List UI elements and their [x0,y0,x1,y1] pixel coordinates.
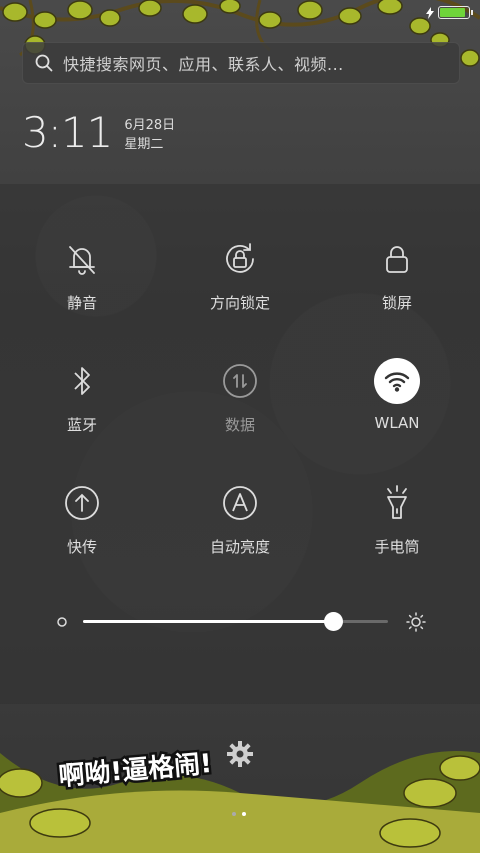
toggle-lock-screen[interactable]: 锁屏 [327,236,467,313]
mobile-data-icon [217,358,263,404]
toggle-auto-brightness[interactable]: 自动亮度 [170,480,310,557]
toggle-label: 方向锁定 [209,294,270,312]
clock-date: 6月28日 星期二 [124,116,175,154]
search-placeholder: 快捷搜索网页、应用、联系人、视频... [63,55,344,74]
page-dot-current [242,812,246,816]
battery-icon [438,6,473,19]
brightness-high-icon [406,612,426,632]
brightness-fill [83,620,334,623]
toggle-label: 自动亮度 [209,538,270,556]
toggle-label: 蓝牙 [66,416,97,434]
battery-level-fill [440,8,465,17]
date-label: 6月28日 [124,118,176,133]
theme-logo: 啊呦!逼格闹! [55,745,216,790]
gear-icon[interactable] [226,740,254,768]
toggle-silent[interactable]: 静音 [12,236,152,313]
page-indicator [232,812,246,816]
toggle-label: 快传 [66,538,97,556]
lock-icon [374,236,420,282]
brightness-thumb[interactable] [324,612,344,631]
weekday-label: 星期二 [124,137,164,152]
quick-transfer-icon [59,480,105,526]
brightness-low-icon [57,617,67,627]
page-dot [232,812,236,816]
toggle-wlan[interactable]: WLAN [327,358,467,432]
clock-widget[interactable]: 3:11 6月28日 星期二 [22,112,175,154]
clock-time: 3:11 [22,108,113,157]
toggle-rotation-lock[interactable]: 方向锁定 [170,236,310,313]
toggle-label: 数据 [224,416,255,434]
toggle-label: 手电筒 [374,538,420,556]
toggle-label: WLAN [374,414,420,432]
toggle-mobile-data[interactable]: 数据 [170,358,310,435]
toggle-bluetooth[interactable]: 蓝牙 [12,358,152,435]
charging-bolt-icon [426,6,434,19]
toggle-quick-transfer[interactable]: 快传 [12,480,152,557]
search-bar[interactable]: 快捷搜索网页、应用、联系人、视频... [22,42,460,84]
brightness-slider[interactable] [56,612,426,632]
toggle-label: 静音 [66,294,97,312]
status-bar [426,6,473,19]
toggle-label: 锁屏 [381,294,412,312]
flashlight-icon [374,480,420,526]
search-icon [35,54,53,72]
bell-off-icon [59,236,105,282]
bluetooth-icon [59,358,105,404]
rotation-lock-icon [217,236,263,282]
auto-brightness-icon [217,480,263,526]
wifi-icon [374,358,420,404]
toggle-flashlight[interactable]: 手电筒 [327,480,467,557]
theme-logo-text: 啊呦!逼格闹! [57,748,213,790]
